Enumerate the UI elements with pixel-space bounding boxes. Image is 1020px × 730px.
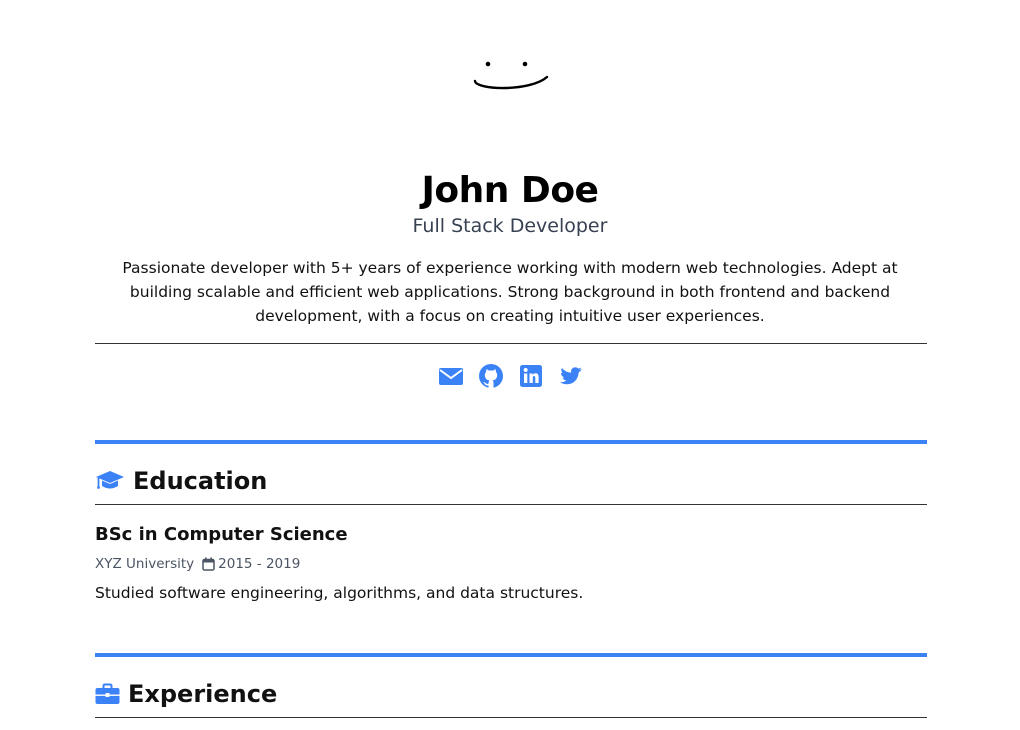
divider [95,343,927,344]
divider [95,504,927,505]
profile-name: John Doe [421,170,599,211]
education-dates: 2015 - 2019 [218,556,301,572]
education-section-title: Education [95,466,267,496]
twitter-icon [560,367,582,385]
section-divider [95,653,927,657]
github-link[interactable] [478,363,504,389]
education-school: XYZ University [95,556,195,572]
envelope-icon [439,368,463,385]
profile-role: Full Stack Developer [412,215,608,237]
education-dates-group: 2015 - 2019 [202,554,300,574]
graduation-cap-icon [96,471,124,489]
education-meta: XYZ University 2015 - 2019 [95,554,300,574]
experience-section-title: Experience [95,679,277,709]
linkedin-icon [520,365,542,387]
email-link[interactable] [438,363,464,389]
briefcase-icon [95,683,120,704]
education-degree: BSc in Computer Science [95,524,348,545]
profile-bio: Passionate developer with 5+ years of ex… [122,259,898,325]
education-description: Studied software engineering, algorithms… [95,584,584,602]
experience-heading: Experience [128,680,278,708]
twitter-link[interactable] [558,363,584,389]
resume-page: John Doe Full Stack Developer Passionate… [0,0,1020,730]
calendar-icon [202,557,215,571]
avatar [473,61,549,90]
social-links [438,363,584,389]
github-icon [479,364,503,388]
divider [95,717,927,718]
linkedin-link[interactable] [518,363,544,389]
education-heading: Education [133,467,268,495]
section-divider [95,440,927,444]
